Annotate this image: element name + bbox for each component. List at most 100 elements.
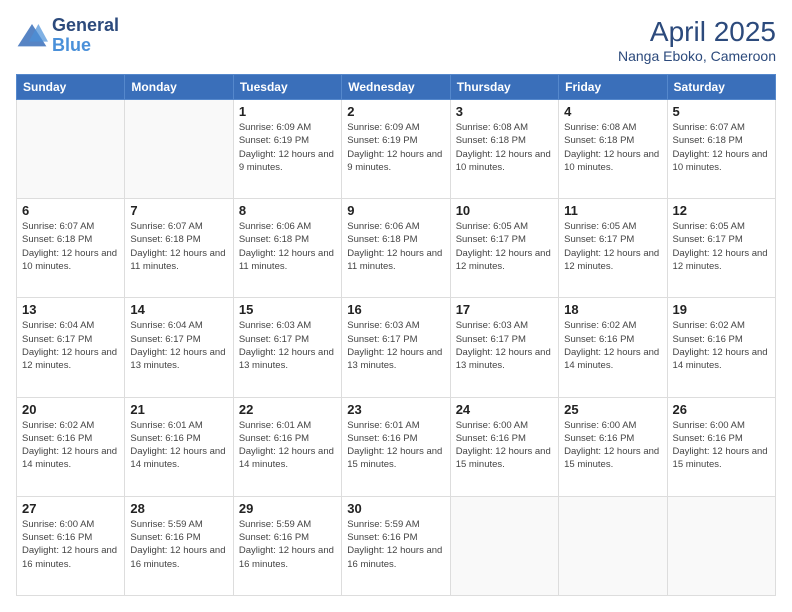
title-block: April 2025 Nanga Eboko, Cameroon <box>618 16 776 64</box>
logo-line1: General <box>52 16 119 36</box>
day-number: 30 <box>347 501 444 516</box>
day-number: 18 <box>564 302 661 317</box>
calendar-table: SundayMondayTuesdayWednesdayThursdayFrid… <box>16 74 776 596</box>
weekday-header: Monday <box>125 75 233 100</box>
logo-icon <box>16 22 48 50</box>
weekday-header: Sunday <box>17 75 125 100</box>
logo: General Blue <box>16 16 119 56</box>
calendar-cell: 9 Sunrise: 6:06 AMSunset: 6:18 PMDaylight… <box>342 199 450 298</box>
cell-info: Sunrise: 6:01 AMSunset: 6:16 PMDaylight:… <box>130 419 227 472</box>
calendar-cell: 27 Sunrise: 6:00 AMSunset: 6:16 PMDayligh… <box>17 496 125 595</box>
calendar-cell: 14 Sunrise: 6:04 AMSunset: 6:17 PMDayligh… <box>125 298 233 397</box>
day-number: 24 <box>456 402 553 417</box>
calendar-cell: 11 Sunrise: 6:05 AMSunset: 6:17 PMDayligh… <box>559 199 667 298</box>
calendar-week-row: 20Sunrise: 6:02 AMSunset: 6:16 PMDayligh… <box>17 397 776 496</box>
calendar-week-row: 27 Sunrise: 6:00 AMSunset: 6:16 PMDayligh… <box>17 496 776 595</box>
calendar-cell: 10Sunrise: 6:05 AMSunset: 6:17 PMDayligh… <box>450 199 558 298</box>
cell-info: Sunrise: 6:00 AMSunset: 6:16 PMDaylight:… <box>564 419 661 472</box>
cell-info: Sunrise: 6:09 AMSunset: 6:19 PMDaylight:… <box>347 121 444 174</box>
calendar-week-row: 13 Sunrise: 6:04 AMSunset: 6:17 PMDayligh… <box>17 298 776 397</box>
cell-info: Sunrise: 6:00 AMSunset: 6:16 PMDaylight:… <box>673 419 770 472</box>
cell-info: Sunrise: 6:06 AMSunset: 6:18 PMDaylight:… <box>347 220 444 273</box>
day-number: 28 <box>130 501 227 516</box>
day-number: 13 <box>22 302 119 317</box>
calendar-cell <box>667 496 775 595</box>
calendar-header-row: SundayMondayTuesdayWednesdayThursdayFrid… <box>17 75 776 100</box>
calendar-cell <box>450 496 558 595</box>
calendar-cell: 15 Sunrise: 6:03 AMSunset: 6:17 PMDayligh… <box>233 298 341 397</box>
logo-text: General Blue <box>52 16 119 56</box>
cell-info: Sunrise: 6:04 AMSunset: 6:17 PMDaylight:… <box>130 319 227 372</box>
day-number: 2 <box>347 104 444 119</box>
weekday-header: Tuesday <box>233 75 341 100</box>
day-number: 12 <box>673 203 770 218</box>
day-number: 9 <box>347 203 444 218</box>
header: General Blue April 2025 Nanga Eboko, Cam… <box>16 16 776 64</box>
calendar-cell <box>559 496 667 595</box>
day-number: 4 <box>564 104 661 119</box>
calendar-cell: 20Sunrise: 6:02 AMSunset: 6:16 PMDayligh… <box>17 397 125 496</box>
cell-info: Sunrise: 6:08 AMSunset: 6:18 PMDaylight:… <box>456 121 553 174</box>
calendar-cell: 30Sunrise: 5:59 AMSunset: 6:16 PMDayligh… <box>342 496 450 595</box>
calendar-cell: 21 Sunrise: 6:01 AMSunset: 6:16 PMDayligh… <box>125 397 233 496</box>
calendar-cell: 7Sunrise: 6:07 AMSunset: 6:18 PMDaylight… <box>125 199 233 298</box>
calendar-cell <box>17 100 125 199</box>
day-number: 23 <box>347 402 444 417</box>
cell-info: Sunrise: 6:01 AMSunset: 6:16 PMDaylight:… <box>239 419 336 472</box>
calendar-week-row: 1 Sunrise: 6:09 AMSunset: 6:19 PMDaylight… <box>17 100 776 199</box>
weekday-header: Thursday <box>450 75 558 100</box>
cell-info: Sunrise: 6:05 AMSunset: 6:17 PMDaylight:… <box>564 220 661 273</box>
cell-info: Sunrise: 6:06 AMSunset: 6:18 PMDaylight:… <box>239 220 336 273</box>
calendar-cell: 24 Sunrise: 6:00 AMSunset: 6:16 PMDayligh… <box>450 397 558 496</box>
calendar-cell: 25 Sunrise: 6:00 AMSunset: 6:16 PMDayligh… <box>559 397 667 496</box>
cell-info: Sunrise: 6:03 AMSunset: 6:17 PMDaylight:… <box>347 319 444 372</box>
calendar-cell: 13 Sunrise: 6:04 AMSunset: 6:17 PMDayligh… <box>17 298 125 397</box>
day-number: 29 <box>239 501 336 516</box>
day-number: 25 <box>564 402 661 417</box>
day-number: 1 <box>239 104 336 119</box>
cell-info: Sunrise: 5:59 AMSunset: 6:16 PMDaylight:… <box>239 518 336 571</box>
cell-info: Sunrise: 6:00 AMSunset: 6:16 PMDaylight:… <box>456 419 553 472</box>
calendar-cell: 12Sunrise: 6:05 AMSunset: 6:17 PMDayligh… <box>667 199 775 298</box>
day-number: 21 <box>130 402 227 417</box>
weekday-header: Friday <box>559 75 667 100</box>
calendar-cell: 16 Sunrise: 6:03 AMSunset: 6:17 PMDayligh… <box>342 298 450 397</box>
cell-info: Sunrise: 6:08 AMSunset: 6:18 PMDaylight:… <box>564 121 661 174</box>
calendar-cell: 4 Sunrise: 6:08 AMSunset: 6:18 PMDaylight… <box>559 100 667 199</box>
day-number: 3 <box>456 104 553 119</box>
day-number: 14 <box>130 302 227 317</box>
calendar-cell: 22Sunrise: 6:01 AMSunset: 6:16 PMDayligh… <box>233 397 341 496</box>
day-number: 10 <box>456 203 553 218</box>
month-title: April 2025 <box>618 16 776 48</box>
cell-info: Sunrise: 6:03 AMSunset: 6:17 PMDaylight:… <box>239 319 336 372</box>
day-number: 8 <box>239 203 336 218</box>
day-number: 16 <box>347 302 444 317</box>
calendar-cell: 1Sunrise: 6:09 AMSunset: 6:19 PMDaylight… <box>233 100 341 199</box>
cell-info: Sunrise: 6:00 AMSunset: 6:16 PMDaylight:… <box>22 518 119 571</box>
cell-info: Sunrise: 6:04 AMSunset: 6:17 PMDaylight:… <box>22 319 119 372</box>
day-number: 26 <box>673 402 770 417</box>
page: General Blue April 2025 Nanga Eboko, Cam… <box>0 0 792 612</box>
calendar-cell: 17 Sunrise: 6:03 AMSunset: 6:17 PMDayligh… <box>450 298 558 397</box>
calendar-cell: 26 Sunrise: 6:00 AMSunset: 6:16 PMDayligh… <box>667 397 775 496</box>
location-subtitle: Nanga Eboko, Cameroon <box>618 48 776 64</box>
cell-info: Sunrise: 6:07 AMSunset: 6:18 PMDaylight:… <box>130 220 227 273</box>
calendar-cell: 23Sunrise: 6:01 AMSunset: 6:16 PMDayligh… <box>342 397 450 496</box>
day-number: 27 <box>22 501 119 516</box>
cell-info: Sunrise: 5:59 AMSunset: 6:16 PMDaylight:… <box>130 518 227 571</box>
day-number: 17 <box>456 302 553 317</box>
calendar-cell: 29 Sunrise: 5:59 AMSunset: 6:16 PMDayligh… <box>233 496 341 595</box>
day-number: 15 <box>239 302 336 317</box>
cell-info: Sunrise: 6:02 AMSunset: 6:16 PMDaylight:… <box>673 319 770 372</box>
cell-info: Sunrise: 6:03 AMSunset: 6:17 PMDaylight:… <box>456 319 553 372</box>
cell-info: Sunrise: 6:07 AMSunset: 6:18 PMDaylight:… <box>22 220 119 273</box>
day-number: 19 <box>673 302 770 317</box>
calendar-cell: 5Sunrise: 6:07 AMSunset: 6:18 PMDaylight… <box>667 100 775 199</box>
cell-info: Sunrise: 6:02 AMSunset: 6:16 PMDaylight:… <box>22 419 119 472</box>
calendar-cell: 18Sunrise: 6:02 AMSunset: 6:16 PMDayligh… <box>559 298 667 397</box>
weekday-header: Saturday <box>667 75 775 100</box>
calendar-cell: 28 Sunrise: 5:59 AMSunset: 6:16 PMDayligh… <box>125 496 233 595</box>
day-number: 5 <box>673 104 770 119</box>
calendar-cell: 3 Sunrise: 6:08 AMSunset: 6:18 PMDaylight… <box>450 100 558 199</box>
day-number: 11 <box>564 203 661 218</box>
